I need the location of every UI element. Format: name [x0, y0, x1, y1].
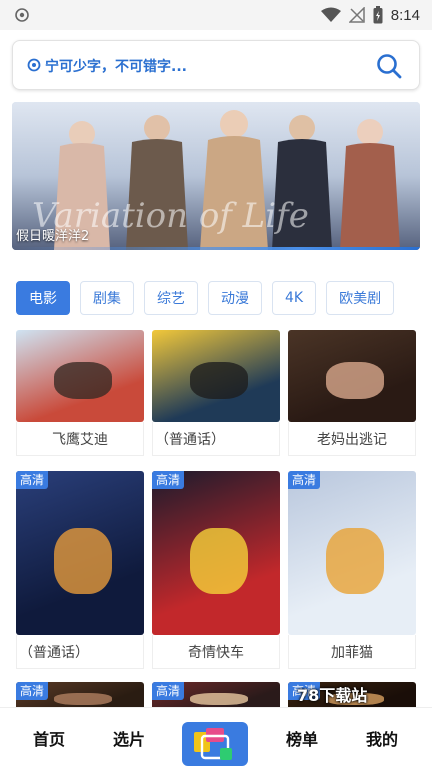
- search-icon[interactable]: [375, 52, 403, 80]
- watermark: 78下载站: [297, 686, 368, 705]
- nav-home[interactable]: 首页: [33, 726, 65, 750]
- search-placeholder[interactable]: 宁可少字，不可错字...: [45, 56, 187, 76]
- quality-badge: 高清: [16, 682, 49, 700]
- nav-pick[interactable]: 选片: [113, 726, 145, 750]
- tv-icon: [194, 728, 232, 760]
- movie-card[interactable]: 高清 奇情快车: [152, 471, 280, 669]
- movie-poster[interactable]: [16, 330, 144, 422]
- movie-card[interactable]: （普通话）: [152, 330, 280, 456]
- poster-art: [190, 528, 248, 594]
- category-tab[interactable]: 欧美剧: [326, 281, 395, 315]
- category-tab[interactable]: 电影: [16, 281, 70, 315]
- poster-art: [326, 362, 384, 399]
- movie-card[interactable]: 高清 加菲猫: [288, 471, 416, 669]
- poster-art: [326, 528, 384, 594]
- poster-art: [190, 362, 248, 399]
- movie-card[interactable]: 老妈出逃记: [288, 330, 416, 456]
- quality-badge: 高清: [288, 471, 321, 489]
- search-bar[interactable]: 宁可少字，不可错字...: [12, 40, 420, 90]
- quality-badge: 高清: [16, 471, 49, 489]
- shield-icon: [15, 8, 29, 22]
- bottom-nav: 首页 选片 榜单 我的: [0, 707, 432, 768]
- movie-title: 飞鹰艾迪: [16, 422, 144, 456]
- wifi-icon: [320, 7, 341, 22]
- movie-poster[interactable]: 高清: [152, 471, 280, 635]
- movie-poster[interactable]: 高清: [16, 471, 144, 635]
- poster-art: [190, 692, 248, 705]
- banner-indicator: [12, 247, 420, 250]
- banner-caption: 假日暖洋洋2: [16, 229, 90, 244]
- movie-card[interactable]: 高清 （普通话）: [16, 471, 144, 669]
- category-tab[interactable]: 剧集: [80, 281, 134, 315]
- placeholder-icon: [27, 58, 41, 72]
- battery-charging-icon: [373, 6, 383, 24]
- poster-art: [54, 692, 112, 705]
- movie-title: 加菲猫: [288, 635, 416, 669]
- nav-mine[interactable]: 我的: [366, 726, 398, 750]
- quality-badge: 高清: [152, 682, 185, 700]
- clock: 8:14: [390, 6, 420, 24]
- quality-badge: 高清: [152, 471, 185, 489]
- category-tab[interactable]: 动漫: [208, 281, 262, 315]
- poster-art: [54, 528, 112, 594]
- movie-card[interactable]: 飞鹰艾迪: [16, 330, 144, 456]
- no-signal-icon: [348, 7, 365, 23]
- movie-title: （普通话）: [16, 635, 144, 669]
- poster-art: [54, 362, 112, 399]
- movie-title: 奇情快车: [152, 635, 280, 669]
- movie-poster[interactable]: [152, 330, 280, 422]
- movie-poster[interactable]: 高清: [288, 471, 416, 635]
- status-bar: 8:14: [0, 0, 432, 30]
- banner-carousel[interactable]: Variation of Life 假日暖洋洋2: [12, 102, 420, 250]
- movie-title: 老妈出逃记: [288, 422, 416, 456]
- category-tab[interactable]: 4K: [272, 281, 317, 315]
- center-action-button[interactable]: [182, 722, 248, 766]
- nav-ranking[interactable]: 榜单: [286, 726, 318, 750]
- movie-title: （普通话）: [152, 422, 280, 456]
- category-tabs: 电影 剧集 综艺 动漫 4K 欧美剧: [16, 281, 395, 315]
- category-tab[interactable]: 综艺: [144, 281, 198, 315]
- movie-poster[interactable]: [288, 330, 416, 422]
